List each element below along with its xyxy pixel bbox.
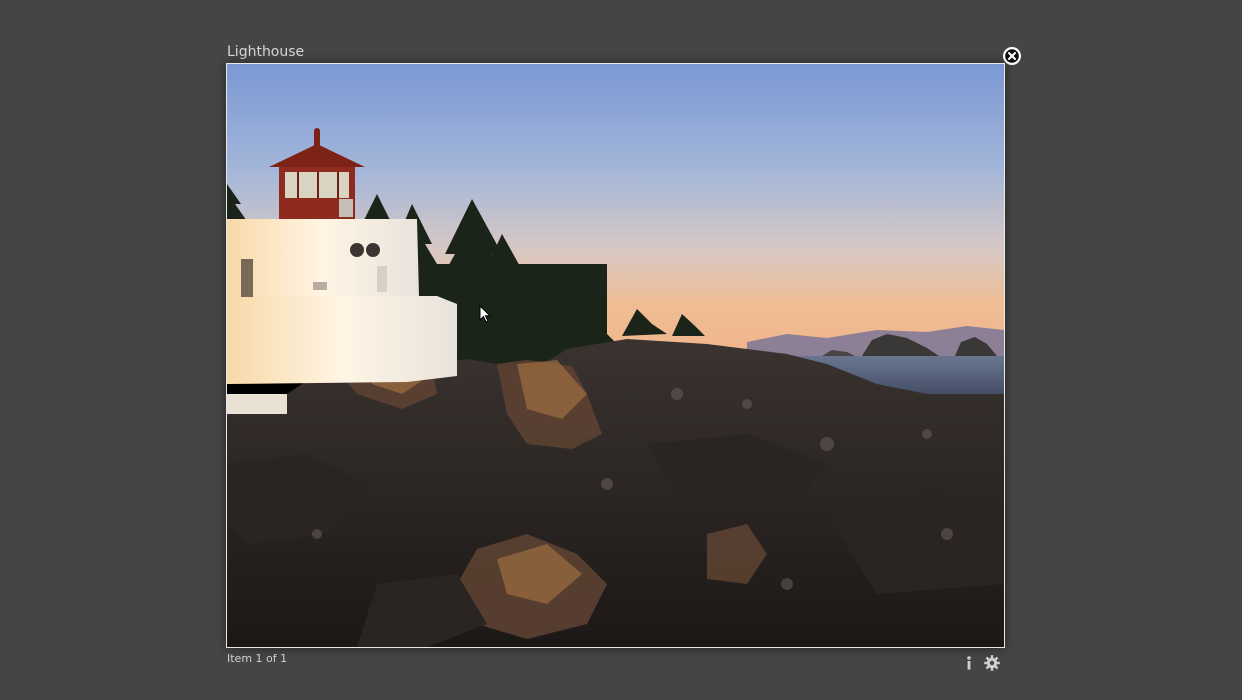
close-button[interactable] [1003, 47, 1021, 65]
settings-button[interactable] [983, 654, 1001, 672]
info-icon [967, 656, 971, 670]
info-button[interactable] [962, 655, 976, 671]
gear-icon [984, 655, 1000, 671]
lighthouse-photo [227, 64, 1004, 647]
close-circle-icon [1003, 47, 1021, 65]
image-frame [226, 63, 1005, 648]
viewer-title: Lighthouse [227, 44, 305, 60]
item-counter: Item 1 of 1 [227, 652, 288, 665]
